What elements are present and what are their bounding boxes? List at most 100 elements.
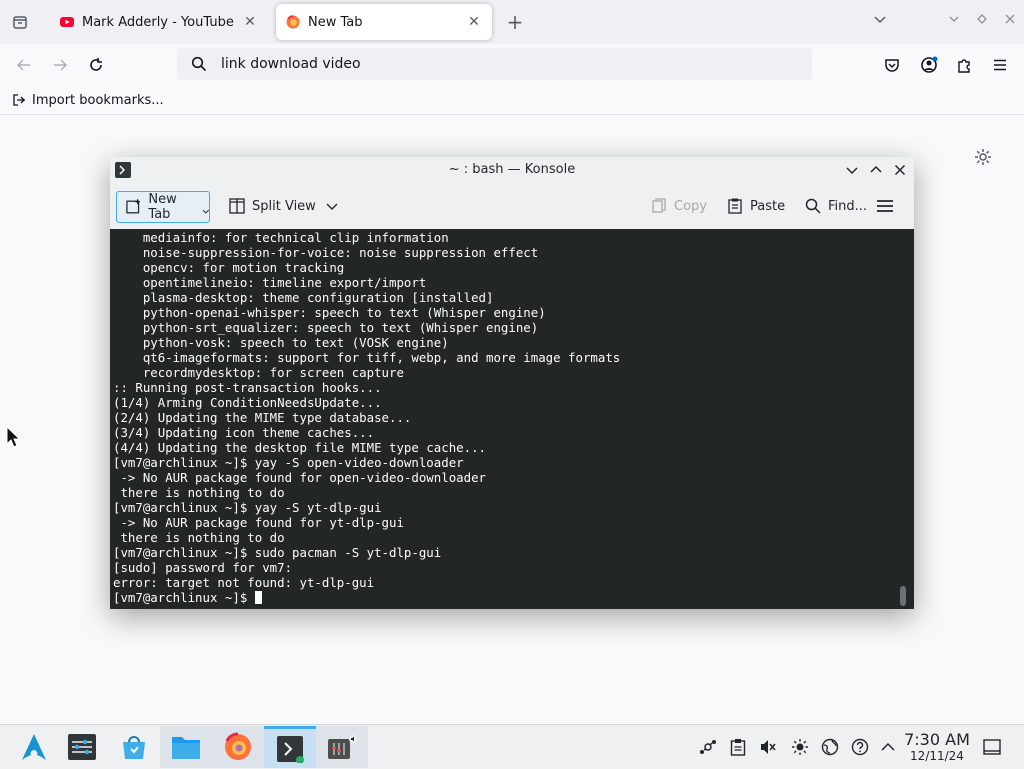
terminal-line: (4/4) Updating the desktop file MIME typ… <box>113 440 486 455</box>
brightness-tray[interactable] <box>790 737 810 757</box>
account-button[interactable] <box>917 53 941 77</box>
extensions-button[interactable] <box>952 53 976 77</box>
terminal-prompt: [vm7@archlinux ~]$ <box>113 590 255 605</box>
back-icon <box>16 59 30 71</box>
minimize-icon <box>949 16 959 22</box>
chevron-up-icon <box>870 165 882 173</box>
terminal-scrollbar[interactable] <box>900 586 906 606</box>
url-input[interactable]: link download video <box>221 56 361 72</box>
konsole-window[interactable]: ~ : bash — Konsole New Tab Split View Co… <box>110 157 914 609</box>
terminal-line: recordmydesktop: for screen capture <box>142 365 404 380</box>
tab-list-button[interactable] <box>8 10 32 34</box>
bookmarks-toolbar: Import bookmarks... <box>0 86 1024 115</box>
application-launcher[interactable] <box>8 726 60 768</box>
chevron-down-icon <box>203 209 209 214</box>
new-tab-button[interactable]: New Tab <box>116 191 210 223</box>
globe-tray[interactable] <box>820 737 840 757</box>
terminal-line: (3/4) Updating icon theme caches... <box>113 425 375 440</box>
gear-icon[interactable] <box>973 147 993 167</box>
network-tray[interactable] <box>698 737 718 757</box>
terminal-output: mediainfo: for technical clip informatio… <box>110 229 914 605</box>
list-all-tabs-button[interactable] <box>870 12 890 32</box>
terminal-line: -> No AUR package found for yt-dlp-gui <box>120 515 404 530</box>
app-menu-button[interactable] <box>988 53 1012 77</box>
reload-button[interactable] <box>84 53 108 77</box>
close-icon[interactable]: ✕ <box>242 14 258 30</box>
copy-label: Copy <box>674 198 707 214</box>
restore-button[interactable] <box>972 12 992 32</box>
terminal-line: -> No AUR package found for open-video-d… <box>120 470 486 485</box>
help-icon <box>851 738 869 756</box>
close-button[interactable] <box>890 160 910 180</box>
new-tab-button[interactable]: + <box>503 10 527 34</box>
forward-button[interactable] <box>48 53 72 77</box>
tab-title: New Tab <box>308 14 363 30</box>
tab-new-tab[interactable]: New Tab ✕ <box>276 4 492 40</box>
help-tray[interactable] <box>850 737 870 757</box>
audio-mixer-task[interactable] <box>316 726 368 768</box>
chevron-down-icon <box>874 16 886 24</box>
arch-logo-icon <box>22 734 46 760</box>
show-hidden-icons-button[interactable] <box>878 737 898 757</box>
audio-mixer-icon <box>328 735 357 759</box>
chevron-down-icon <box>846 167 858 175</box>
terminal-line: python-openai-whisper: speech to text (W… <box>142 305 546 320</box>
terminal-cursor <box>254 591 262 604</box>
minimize-button[interactable] <box>944 12 964 32</box>
system-settings-task[interactable] <box>56 726 108 768</box>
firefox-task[interactable] <box>212 726 264 768</box>
reload-icon <box>90 58 102 71</box>
konsole-toolbar: New Tab Split View Copy Paste Find... <box>110 183 914 229</box>
taskbar: 7:30 AM 12/11/24 <box>0 724 1024 769</box>
mouse-pointer-icon <box>6 426 20 448</box>
dolphin-icon <box>172 737 200 759</box>
terminal-line: (2/4) Updating the MIME type database... <box>113 410 412 425</box>
show-desktop-button[interactable] <box>982 737 1002 757</box>
clipboard-tray[interactable] <box>728 737 748 757</box>
clock-time[interactable]: 7:30 AM <box>902 730 972 749</box>
terminal-view[interactable]: mediainfo: for technical clip informatio… <box>110 229 914 609</box>
terminal-line: (1/4) Arming ConditionNeedsUpdate... <box>113 395 382 410</box>
paste-button[interactable]: Paste <box>718 191 785 221</box>
discover-icon <box>123 736 145 759</box>
terminal-lines: mediainfo: for technical clip informatio… <box>113 230 620 590</box>
terminal-line: opentimelineio: timeline export/import <box>142 275 427 290</box>
split-view-label: Split View <box>252 198 316 214</box>
konsole-titlebar[interactable]: ~ : bash — Konsole <box>110 157 914 183</box>
window-menu-button[interactable] <box>842 160 862 180</box>
forward-icon <box>54 59 68 71</box>
maximize-button[interactable] <box>866 160 886 180</box>
split-view-button[interactable]: Split View <box>220 191 338 221</box>
url-bar[interactable]: link download video <box>177 48 812 80</box>
terminal-line: there is nothing to do <box>120 530 285 545</box>
import-bookmarks-button[interactable]: Import bookmarks... <box>12 91 164 109</box>
volume-tray[interactable] <box>758 737 778 757</box>
close-icon[interactable]: ✕ <box>466 14 482 30</box>
paste-icon <box>728 198 742 214</box>
find-label: Find... <box>828 198 868 214</box>
terminal-line: mediainfo: for technical clip informatio… <box>142 230 449 245</box>
terminal-line: error: target not found: yt-dlp-gui <box>113 575 375 590</box>
copy-button[interactable]: Copy <box>642 191 707 221</box>
terminal-line: qt6-imageformats: support for tiff, webp… <box>142 350 621 365</box>
discover-task[interactable] <box>108 726 160 768</box>
clock-date[interactable]: 12/11/24 <box>902 749 972 763</box>
tab-youtube[interactable]: Mark Adderly - YouTube ✕ <box>50 4 268 40</box>
network-icon <box>700 740 716 754</box>
terminal-line: [vm7@archlinux ~]$ yay -S yt-dlp-gui <box>113 500 382 515</box>
hamburger-menu-button[interactable] <box>876 191 894 221</box>
close-icon <box>894 164 906 176</box>
konsole-task[interactable] <box>264 726 316 768</box>
pocket-button[interactable] <box>880 53 904 77</box>
dolphin-task[interactable] <box>160 726 212 768</box>
terminal-line: [vm7@archlinux ~]$ yay -S open-video-dow… <box>113 455 464 470</box>
terminal-line: plasma-desktop: theme configuration [ins… <box>142 290 494 305</box>
system-settings-icon <box>68 734 96 760</box>
pocket-icon <box>885 59 899 72</box>
split-view-icon <box>229 198 245 214</box>
find-button[interactable]: Find... <box>796 191 867 221</box>
back-button[interactable] <box>12 53 36 77</box>
restore-icon <box>977 14 987 24</box>
copy-icon <box>652 198 666 213</box>
close-window-button[interactable] <box>1000 12 1020 32</box>
